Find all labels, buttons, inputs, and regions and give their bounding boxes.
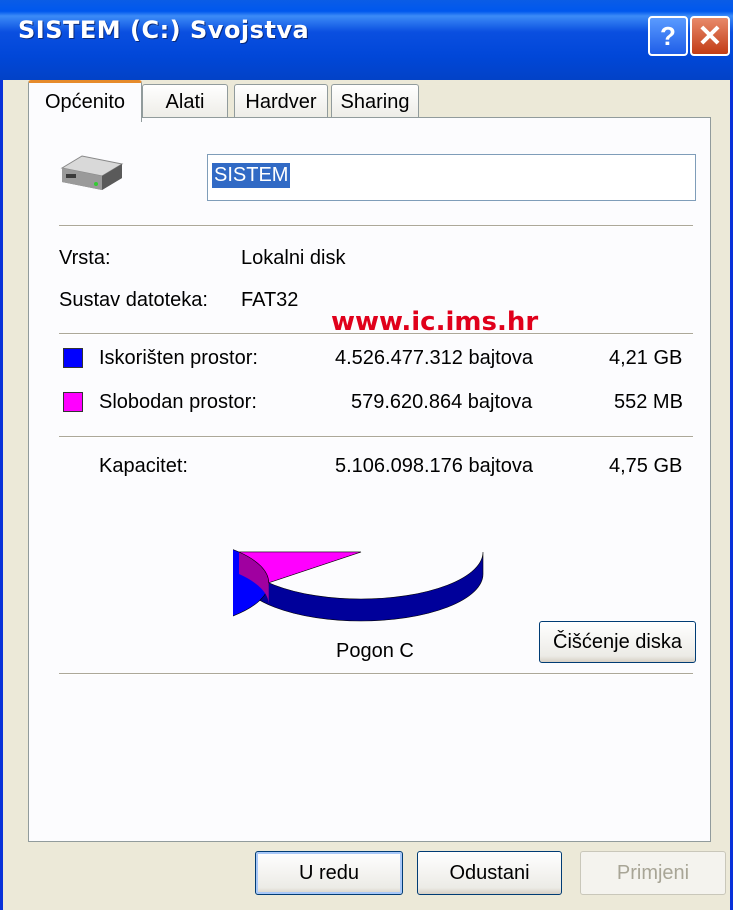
title-bar[interactable]: SISTEM (C:) Svojstva ? ✕ [0,0,733,80]
hard-drive-icon [60,155,124,190]
tab-hardware[interactable]: Hardver [234,84,328,120]
used-space-size: 4,21 GB [609,347,683,369]
capacity-label: Kapacitet: [99,455,188,477]
tab-sharing[interactable]: Sharing [331,84,419,120]
filesystem-value: FAT32 [241,289,299,311]
free-space-swatch [63,392,83,412]
type-value: Lokalni disk [241,247,346,269]
cancel-button[interactable]: Odustani [417,851,562,895]
ok-button[interactable]: U redu [255,851,403,895]
properties-window: SISTEM (C:) Svojstva ? ✕ Općenito Alati … [0,0,733,910]
separator [59,333,693,335]
tab-general[interactable]: Općenito [28,80,142,122]
close-button[interactable]: ✕ [690,16,730,56]
capacity-bytes: 5.106.098.176 bajtova [335,455,533,477]
filesystem-label: Sustav datoteka: [59,289,208,311]
free-space-label: Slobodan prostor: [99,391,257,413]
drive-name-input[interactable]: SISTEM [207,154,696,201]
tab-tools[interactable]: Alati [142,84,228,120]
separator [59,225,693,227]
capacity-size: 4,75 GB [609,455,683,477]
drive-name-value: SISTEM [212,163,291,188]
used-space-label: Iskorišten prostor: [99,347,258,369]
separator [59,436,693,438]
disk-cleanup-button[interactable]: Čišćenje diska [539,621,696,663]
used-space-swatch [63,348,83,368]
drive-label: Pogon C [336,640,414,662]
apply-button: Primjeni [580,851,726,895]
free-space-bytes: 579.620.864 bajtova [351,391,533,413]
window-title: SISTEM (C:) Svojstva [18,16,310,44]
type-label: Vrsta: [59,247,111,269]
help-button[interactable]: ? [648,16,688,56]
used-space-bytes: 4.526.477.312 bajtova [335,347,533,369]
separator [59,673,693,675]
disk-usage-pie-chart [233,549,484,622]
free-space-size: 552 MB [614,391,683,413]
